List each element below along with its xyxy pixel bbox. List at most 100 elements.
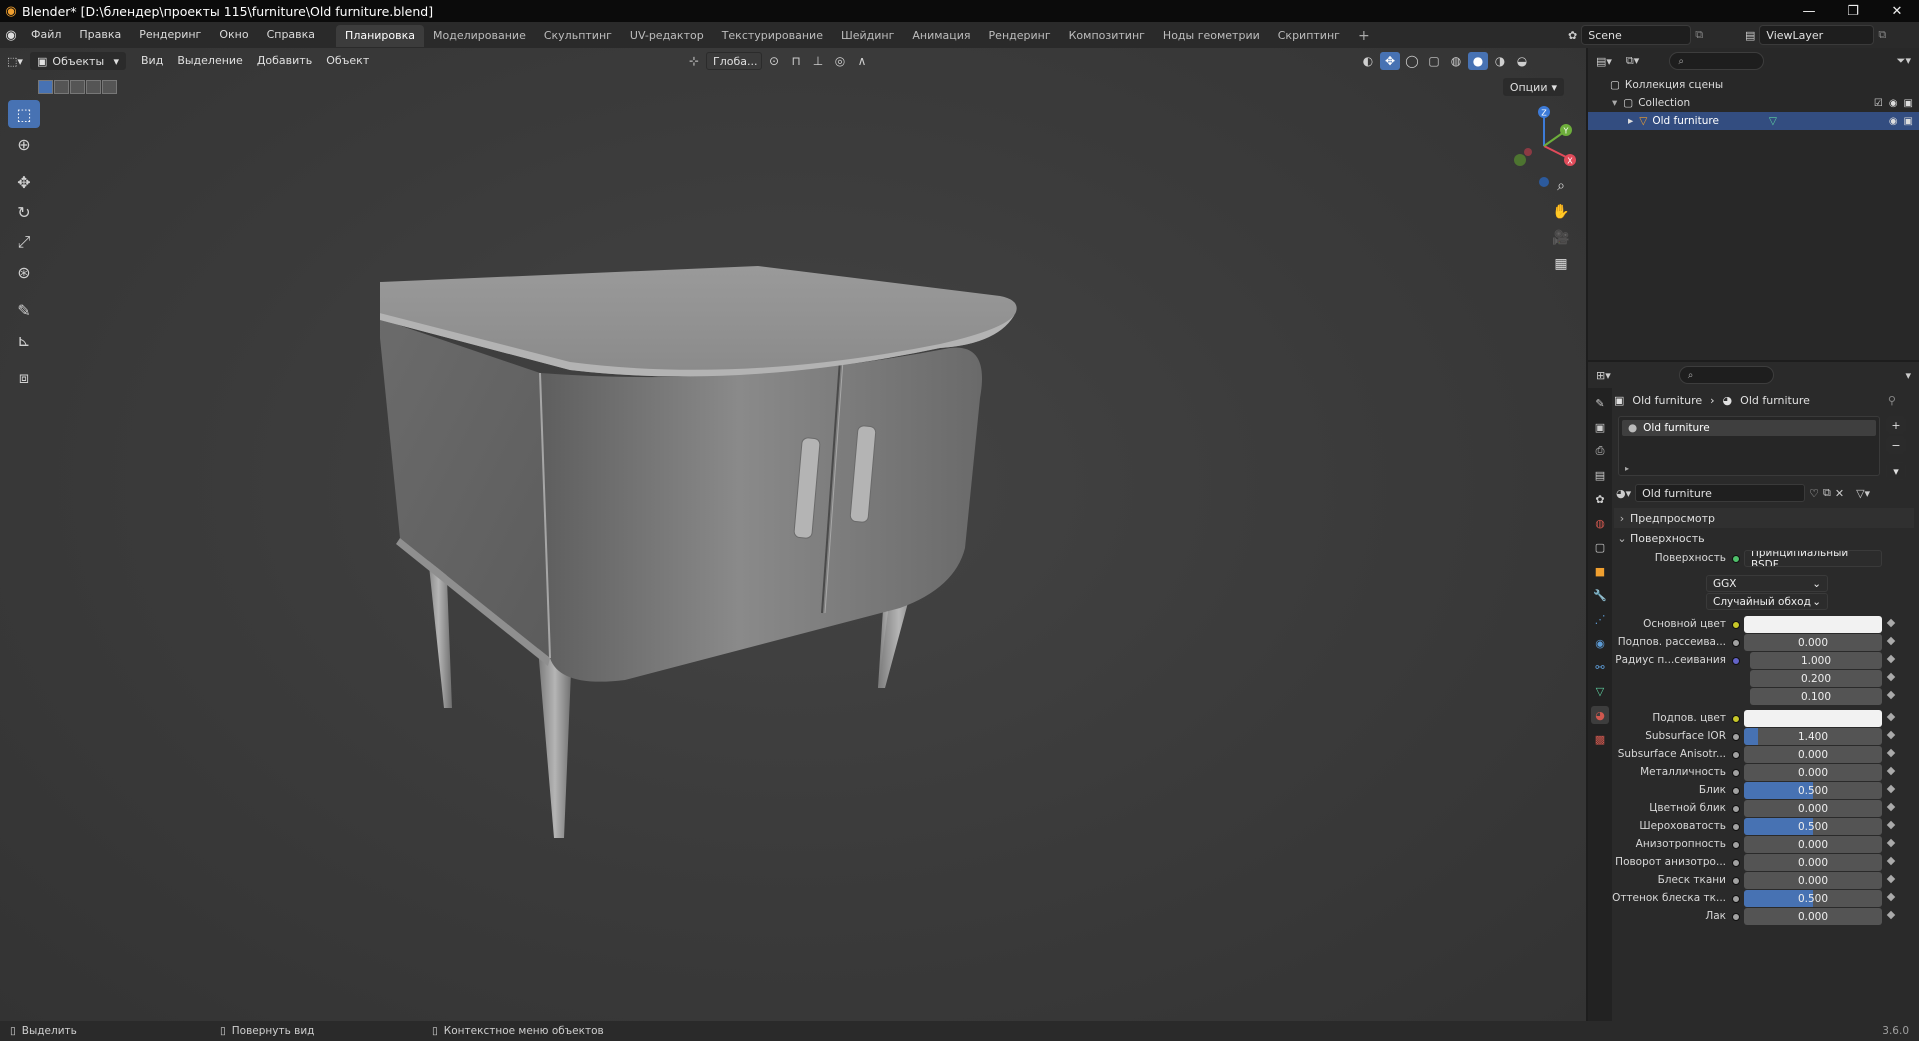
wireframe-shading-icon[interactable]: ◍ <box>1446 52 1466 70</box>
menu-add[interactable]: Добавить <box>250 48 319 74</box>
keyframe-icon[interactable] <box>1886 690 1896 700</box>
socket-dot-icon[interactable] <box>1732 841 1740 849</box>
constraints-tab-icon[interactable]: ⚯ <box>1591 658 1609 676</box>
numeric-field[interactable]: 0.000 <box>1744 908 1882 925</box>
camera-render-icon[interactable]: ▣ <box>1904 98 1913 109</box>
keyframe-icon[interactable] <box>1886 784 1896 794</box>
keyframe-icon[interactable] <box>1886 838 1896 848</box>
material-tab-icon[interactable]: ◕ <box>1591 706 1609 724</box>
keyframe-icon[interactable] <box>1886 730 1896 740</box>
view-layer-field[interactable]: ViewLayer <box>1759 25 1875 45</box>
gizmo-toggle-icon[interactable]: ✥ <box>1380 52 1400 70</box>
numeric-field[interactable]: 0.000 <box>1744 836 1882 853</box>
numeric-field[interactable]: 0.000 <box>1744 764 1882 781</box>
falloff-icon[interactable]: ∧ <box>852 52 872 70</box>
menu-render[interactable]: Рендеринг <box>130 22 210 48</box>
scene-selector[interactable]: ✿ Scene ⧉ <box>1568 25 1703 45</box>
render-tab-icon[interactable]: ▣ <box>1591 418 1609 436</box>
menu-window[interactable]: Окно <box>210 22 257 48</box>
select-extend-icon[interactable] <box>54 80 69 94</box>
tab-texture-paint[interactable]: Текстурирование <box>713 25 832 47</box>
socket-dot-icon[interactable] <box>1732 805 1740 813</box>
material-slot-item[interactable]: ● Old furniture <box>1622 420 1876 436</box>
fake-user-icon[interactable]: ♡ <box>1809 487 1819 500</box>
tab-animation[interactable]: Анимация <box>903 25 979 47</box>
select-intersect-icon[interactable] <box>102 80 117 94</box>
solid-shading-icon[interactable]: ● <box>1468 52 1488 70</box>
socket-dot-icon[interactable] <box>1732 621 1740 629</box>
pivot-icon[interactable]: ⊙ <box>764 52 784 70</box>
physics-tab-icon[interactable]: ◉ <box>1591 634 1609 652</box>
view-layer-selector[interactable]: ▤ ViewLayer ⧉ <box>1745 25 1886 45</box>
keyframe-icon[interactable] <box>1886 712 1896 722</box>
socket-dot-icon[interactable] <box>1732 769 1740 777</box>
gizmo-neg-x-icon[interactable] <box>1524 148 1532 156</box>
object-tab-icon[interactable]: ■ <box>1591 562 1609 580</box>
numeric-field[interactable]: 0.200 <box>1750 670 1882 687</box>
socket-dot-icon[interactable] <box>1732 913 1740 921</box>
numeric-field[interactable]: 0.000 <box>1744 634 1882 651</box>
socket-dot-icon[interactable] <box>1732 787 1740 795</box>
socket-dot-icon[interactable] <box>1732 895 1740 903</box>
gizmo-neg-y-icon[interactable] <box>1514 154 1526 166</box>
rendered-shading-icon[interactable]: ◒ <box>1512 52 1532 70</box>
socket-dot-icon[interactable] <box>1732 877 1740 885</box>
numeric-field[interactable]: 0.000 <box>1744 746 1882 763</box>
surface-shader-dropdown[interactable]: Принципиальный BSDF <box>1744 550 1882 567</box>
socket-dot-icon[interactable] <box>1732 751 1740 759</box>
shader-socket-icon[interactable] <box>1732 555 1740 563</box>
outliner-search-input[interactable]: ⌕ <box>1669 52 1765 70</box>
scene-tab-icon[interactable]: ✿ <box>1591 490 1609 508</box>
minimize-button[interactable]: — <box>1787 0 1831 22</box>
3d-viewport[interactable]: ⬚▾ ▣ Объекты ▾ Вид Выделение Добавить Об… <box>0 48 1586 1021</box>
checkbox-icon[interactable]: ☑ <box>1874 98 1883 109</box>
view-layer-copy-icon[interactable]: ⧉ <box>1878 28 1886 42</box>
material-name-field[interactable]: Old furniture <box>1635 484 1806 502</box>
menu-object[interactable]: Объект <box>319 48 376 74</box>
add-workspace-button[interactable]: + <box>1349 25 1379 47</box>
tab-shading[interactable]: Шейдинг <box>832 25 903 47</box>
particles-tab-icon[interactable]: ⋰ <box>1591 610 1609 628</box>
numeric-field[interactable]: 0.100 <box>1750 688 1882 705</box>
tab-modeling[interactable]: Моделирование <box>424 25 535 47</box>
distribution-dropdown[interactable]: GGX ⌄ <box>1706 575 1828 592</box>
snap-icon[interactable]: ⊓ <box>786 52 806 70</box>
cursor-tool-icon[interactable]: ⊕ <box>8 130 40 158</box>
tab-layout[interactable]: Планировка <box>336 25 425 47</box>
editor-type-icon[interactable]: ⬚▾ <box>0 55 30 68</box>
socket-dot-icon[interactable] <box>1732 823 1740 831</box>
remove-slot-button[interactable]: − <box>1886 436 1906 454</box>
keyframe-icon[interactable] <box>1886 856 1896 866</box>
transform-tool-icon[interactable]: ⊛ <box>8 258 40 286</box>
outliner-object-old-furniture[interactable]: ▸ ▽ Old furniture ▽ ◉ ▣ <box>1588 112 1919 130</box>
view-layer-tab-icon[interactable]: ▤ <box>1591 466 1609 484</box>
add-slot-button[interactable]: + <box>1886 416 1906 434</box>
texture-tab-icon[interactable]: ▩ <box>1591 730 1609 748</box>
overlay-icon[interactable]: ◯ <box>1402 52 1422 70</box>
socket-dot-icon[interactable] <box>1732 733 1740 741</box>
display-mode-icon[interactable]: ⧉▾ <box>1626 54 1639 68</box>
proportional-edit-icon[interactable]: ◎ <box>830 52 850 70</box>
select-invert-icon[interactable] <box>86 80 101 94</box>
expand-arrow-icon[interactable]: ▸ <box>1628 115 1633 127</box>
outliner-scene-collection[interactable]: ▢ Коллекция сцены <box>1588 76 1919 94</box>
output-tab-icon[interactable]: ⎙ <box>1591 442 1609 460</box>
pin-icon[interactable]: ⚲ <box>1888 394 1896 407</box>
keyframe-icon[interactable] <box>1886 910 1896 920</box>
eye-icon[interactable]: ◉ <box>1889 116 1898 127</box>
orientation-icon[interactable]: ⊹ <box>684 52 704 70</box>
color-swatch-field[interactable] <box>1744 710 1882 727</box>
options-dropdown[interactable]: Опции ▾ <box>1502 78 1564 96</box>
expand-arrow-icon[interactable]: ▸ <box>1625 464 1629 473</box>
maximize-button[interactable]: ❐ <box>1831 0 1875 22</box>
tool-tab-icon[interactable]: ✎ <box>1591 394 1609 412</box>
select-new-icon[interactable] <box>38 80 53 94</box>
keyframe-icon[interactable] <box>1886 618 1896 628</box>
browse-slot-icon[interactable]: ▽▾ <box>1856 487 1870 500</box>
visibility-icon[interactable]: ◐ <box>1358 52 1378 70</box>
zoom-icon[interactable]: ⌕ <box>1548 174 1574 198</box>
material-browse-icon[interactable]: ◕▾ <box>1616 487 1631 500</box>
keyframe-icon[interactable] <box>1886 820 1896 830</box>
subsurface-method-dropdown[interactable]: Случайный обход ⌄ <box>1706 593 1828 610</box>
xray-icon[interactable]: ▢ <box>1424 52 1444 70</box>
